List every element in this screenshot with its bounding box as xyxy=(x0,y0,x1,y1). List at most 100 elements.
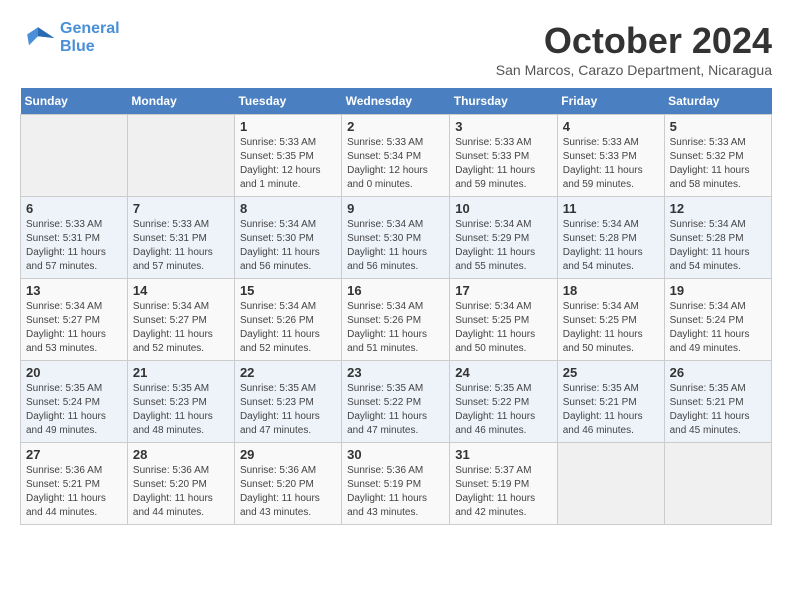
calendar-day-10: 10 Sunrise: 5:34 AMSunset: 5:29 PMDayligh… xyxy=(450,197,557,279)
calendar-day-5: 5 Sunrise: 5:33 AMSunset: 5:32 PMDaylight… xyxy=(664,115,771,197)
day-info: Sunrise: 5:36 AMSunset: 5:20 PMDaylight:… xyxy=(240,464,336,520)
calendar-day-28: 28 Sunrise: 5:36 AMSunset: 5:20 PMDayligh… xyxy=(127,443,234,525)
calendar-day-30: 30 Sunrise: 5:36 AMSunset: 5:19 PMDayligh… xyxy=(342,443,450,525)
day-info: Sunrise: 5:33 AMSunset: 5:34 PMDaylight:… xyxy=(347,136,444,192)
page-container: General Blue October 2024 San Marcos, Ca… xyxy=(20,20,772,525)
calendar-day-15: 15 Sunrise: 5:34 AMSunset: 5:26 PMDayligh… xyxy=(234,279,341,361)
calendar-empty-cell xyxy=(21,115,128,197)
day-info: Sunrise: 5:35 AMSunset: 5:21 PMDaylight:… xyxy=(670,382,766,438)
day-number: 26 xyxy=(670,365,766,380)
day-number: 23 xyxy=(347,365,444,380)
location-subtitle: San Marcos, Carazo Department, Nicaragua xyxy=(496,62,772,78)
day-number: 15 xyxy=(240,283,336,298)
day-info: Sunrise: 5:34 AMSunset: 5:28 PMDaylight:… xyxy=(563,218,659,274)
day-number: 30 xyxy=(347,447,444,462)
calendar-empty-cell xyxy=(664,443,771,525)
calendar-table: SundayMondayTuesdayWednesdayThursdayFrid… xyxy=(20,88,772,525)
day-info: Sunrise: 5:33 AMSunset: 5:31 PMDaylight:… xyxy=(26,218,122,274)
day-number: 6 xyxy=(26,201,122,216)
calendar-day-25: 25Sunrise: 5:35 AMSunset: 5:21 PMDayligh… xyxy=(557,361,664,443)
logo-text-general: General xyxy=(60,20,120,38)
calendar-day-22: 22 Sunrise: 5:35 AMSunset: 5:23 PMDayligh… xyxy=(234,361,341,443)
day-info: Sunrise: 5:34 AMSunset: 5:30 PMDaylight:… xyxy=(240,218,336,274)
day-number: 7 xyxy=(133,201,229,216)
calendar-week-row: 20 Sunrise: 5:35 AMSunset: 5:24 PMDayligh… xyxy=(21,361,772,443)
day-info: Sunrise: 5:33 AMSunset: 5:35 PMDaylight:… xyxy=(240,136,336,192)
day-number: 16 xyxy=(347,283,444,298)
day-number: 12 xyxy=(670,201,766,216)
day-number: 3 xyxy=(455,119,551,134)
calendar-week-row: 27Sunrise: 5:36 AMSunset: 5:21 PMDayligh… xyxy=(21,443,772,525)
day-info: Sunrise: 5:35 AMSunset: 5:23 PMDaylight:… xyxy=(133,382,229,438)
calendar-day-14: 14Sunrise: 5:34 AMSunset: 5:27 PMDayligh… xyxy=(127,279,234,361)
calendar-day-9: 9Sunrise: 5:34 AMSunset: 5:30 PMDaylight… xyxy=(342,197,450,279)
calendar-day-6: 6 Sunrise: 5:33 AMSunset: 5:31 PMDaylight… xyxy=(21,197,128,279)
day-number: 21 xyxy=(133,365,229,380)
calendar-day-16: 16 Sunrise: 5:34 AMSunset: 5:26 PMDayligh… xyxy=(342,279,450,361)
day-number: 17 xyxy=(455,283,551,298)
day-info: Sunrise: 5:34 AMSunset: 5:28 PMDaylight:… xyxy=(670,218,766,274)
header: General Blue October 2024 San Marcos, Ca… xyxy=(20,20,772,78)
day-number: 13 xyxy=(26,283,122,298)
day-number: 24 xyxy=(455,365,551,380)
day-info: Sunrise: 5:34 AMSunset: 5:25 PMDaylight:… xyxy=(563,300,659,356)
day-info: Sunrise: 5:34 AMSunset: 5:24 PMDaylight:… xyxy=(670,300,766,356)
calendar-day-17: 17Sunrise: 5:34 AMSunset: 5:25 PMDayligh… xyxy=(450,279,557,361)
calendar-day-8: 8 Sunrise: 5:34 AMSunset: 5:30 PMDaylight… xyxy=(234,197,341,279)
calendar-day-2: 2 Sunrise: 5:33 AMSunset: 5:34 PMDaylight… xyxy=(342,115,450,197)
title-section: October 2024 San Marcos, Carazo Departme… xyxy=(496,20,772,78)
calendar-day-19: 19 Sunrise: 5:34 AMSunset: 5:24 PMDayligh… xyxy=(664,279,771,361)
day-info: Sunrise: 5:36 AMSunset: 5:19 PMDaylight:… xyxy=(347,464,444,520)
day-number: 8 xyxy=(240,201,336,216)
weekday-header-thursday: Thursday xyxy=(450,88,557,115)
day-info: Sunrise: 5:33 AMSunset: 5:32 PMDaylight:… xyxy=(670,136,766,192)
day-number: 29 xyxy=(240,447,336,462)
day-info: Sunrise: 5:33 AMSunset: 5:33 PMDaylight:… xyxy=(563,136,659,192)
weekday-header-row: SundayMondayTuesdayWednesdayThursdayFrid… xyxy=(21,88,772,115)
calendar-day-29: 29 Sunrise: 5:36 AMSunset: 5:20 PMDayligh… xyxy=(234,443,341,525)
day-number: 5 xyxy=(670,119,766,134)
day-info: Sunrise: 5:37 AMSunset: 5:19 PMDaylight:… xyxy=(455,464,551,520)
calendar-day-18: 18Sunrise: 5:34 AMSunset: 5:25 PMDayligh… xyxy=(557,279,664,361)
calendar-day-11: 11 Sunrise: 5:34 AMSunset: 5:28 PMDayligh… xyxy=(557,197,664,279)
calendar-day-27: 27Sunrise: 5:36 AMSunset: 5:21 PMDayligh… xyxy=(21,443,128,525)
day-info: Sunrise: 5:36 AMSunset: 5:20 PMDaylight:… xyxy=(133,464,229,520)
calendar-day-24: 24 Sunrise: 5:35 AMSunset: 5:22 PMDayligh… xyxy=(450,361,557,443)
weekday-header-sunday: Sunday xyxy=(21,88,128,115)
calendar-day-1: 1Sunrise: 5:33 AMSunset: 5:35 PMDaylight… xyxy=(234,115,341,197)
day-info: Sunrise: 5:35 AMSunset: 5:24 PMDaylight:… xyxy=(26,382,122,438)
day-number: 20 xyxy=(26,365,122,380)
day-info: Sunrise: 5:34 AMSunset: 5:26 PMDaylight:… xyxy=(347,300,444,356)
day-number: 9 xyxy=(347,201,444,216)
day-number: 19 xyxy=(670,283,766,298)
day-info: Sunrise: 5:34 AMSunset: 5:29 PMDaylight:… xyxy=(455,218,551,274)
day-info: Sunrise: 5:34 AMSunset: 5:26 PMDaylight:… xyxy=(240,300,336,356)
calendar-week-row: 1Sunrise: 5:33 AMSunset: 5:35 PMDaylight… xyxy=(21,115,772,197)
day-number: 4 xyxy=(563,119,659,134)
month-title: October 2024 xyxy=(496,20,772,62)
day-number: 11 xyxy=(563,201,659,216)
day-info: Sunrise: 5:35 AMSunset: 5:22 PMDaylight:… xyxy=(455,382,551,438)
calendar-empty-cell xyxy=(127,115,234,197)
calendar-day-12: 12 Sunrise: 5:34 AMSunset: 5:28 PMDayligh… xyxy=(664,197,771,279)
calendar-day-13: 13 Sunrise: 5:34 AMSunset: 5:27 PMDayligh… xyxy=(21,279,128,361)
day-number: 2 xyxy=(347,119,444,134)
day-info: Sunrise: 5:34 AMSunset: 5:27 PMDaylight:… xyxy=(26,300,122,356)
calendar-day-23: 23 Sunrise: 5:35 AMSunset: 5:22 PMDayligh… xyxy=(342,361,450,443)
day-info: Sunrise: 5:35 AMSunset: 5:22 PMDaylight:… xyxy=(347,382,444,438)
calendar-week-row: 6 Sunrise: 5:33 AMSunset: 5:31 PMDaylight… xyxy=(21,197,772,279)
logo-text-blue: Blue xyxy=(60,38,120,56)
day-number: 10 xyxy=(455,201,551,216)
day-info: Sunrise: 5:35 AMSunset: 5:23 PMDaylight:… xyxy=(240,382,336,438)
day-number: 22 xyxy=(240,365,336,380)
weekday-header-tuesday: Tuesday xyxy=(234,88,341,115)
calendar-day-3: 3Sunrise: 5:33 AMSunset: 5:33 PMDaylight… xyxy=(450,115,557,197)
calendar-day-20: 20 Sunrise: 5:35 AMSunset: 5:24 PMDayligh… xyxy=(21,361,128,443)
logo: General Blue xyxy=(20,20,120,56)
day-info: Sunrise: 5:33 AMSunset: 5:31 PMDaylight:… xyxy=(133,218,229,274)
day-info: Sunrise: 5:36 AMSunset: 5:21 PMDaylight:… xyxy=(26,464,122,520)
weekday-header-friday: Friday xyxy=(557,88,664,115)
calendar-week-row: 13 Sunrise: 5:34 AMSunset: 5:27 PMDayligh… xyxy=(21,279,772,361)
day-number: 28 xyxy=(133,447,229,462)
calendar-day-4: 4 Sunrise: 5:33 AMSunset: 5:33 PMDaylight… xyxy=(557,115,664,197)
